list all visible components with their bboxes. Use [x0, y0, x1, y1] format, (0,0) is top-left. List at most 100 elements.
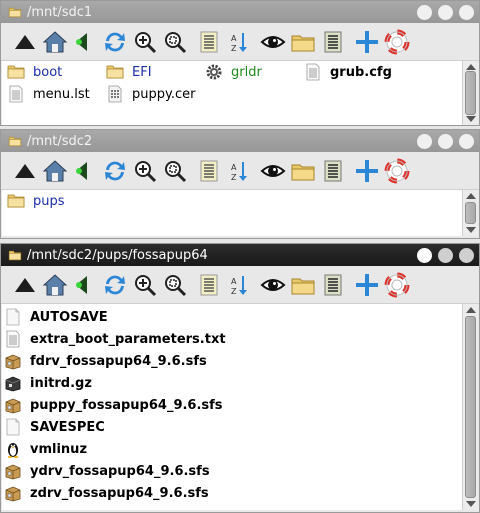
back-button[interactable]	[70, 270, 100, 300]
add-button[interactable]	[352, 27, 382, 57]
sort-icon	[226, 158, 252, 184]
scroll-thumb[interactable]	[465, 202, 476, 224]
file-item[interactable]: puppy.cer	[106, 83, 195, 105]
add-button[interactable]	[352, 270, 382, 300]
close-button[interactable]	[459, 247, 474, 263]
package-icon	[4, 462, 22, 480]
new-folder-button[interactable]	[288, 27, 318, 57]
home-icon	[42, 158, 68, 184]
back-button[interactable]	[70, 27, 100, 57]
package-icon	[4, 484, 22, 502]
folder-icon	[106, 63, 124, 81]
home-button[interactable]	[40, 270, 70, 300]
show-hidden-button[interactable]	[258, 156, 288, 186]
titlebar[interactable]: /mnt/sdc1	[1, 1, 479, 23]
show-hidden-button[interactable]	[258, 27, 288, 57]
refresh-button[interactable]	[100, 27, 130, 57]
scroll-up-icon[interactable]	[466, 307, 476, 313]
scroll-up-icon[interactable]	[466, 64, 476, 70]
scroll-down-icon[interactable]	[466, 227, 476, 233]
close-button[interactable]	[459, 4, 474, 20]
refresh-button[interactable]	[100, 156, 130, 186]
help-button[interactable]	[382, 156, 412, 186]
scroll-down-icon[interactable]	[466, 501, 476, 507]
file-item[interactable]: fdrv_fossapup64_9.6.sfs	[4, 350, 207, 372]
sort-icon	[226, 272, 252, 298]
file-item[interactable]: extra_boot_parameters.txt	[4, 328, 226, 350]
scroll-down-icon[interactable]	[466, 116, 476, 122]
file-label: ydrv_fossapup64_9.6.sfs	[30, 463, 210, 479]
minimize-button[interactable]	[417, 133, 432, 149]
zoom-in-button[interactable]	[130, 156, 160, 186]
zoom-in-button[interactable]	[130, 27, 160, 57]
details-button[interactable]	[318, 270, 348, 300]
up-button[interactable]	[10, 27, 40, 57]
zoom-fit-button[interactable]	[160, 27, 190, 57]
show-hidden-icon	[260, 29, 286, 55]
details-button[interactable]	[318, 27, 348, 57]
back-button[interactable]	[70, 156, 100, 186]
file-item[interactable]: pups	[7, 190, 65, 212]
scroll-up-icon[interactable]	[466, 193, 476, 199]
help-button[interactable]	[382, 270, 412, 300]
home-button[interactable]	[40, 156, 70, 186]
file-item[interactable]: SAVESPEC	[4, 416, 105, 438]
refresh-icon	[102, 29, 128, 55]
up-button[interactable]	[10, 156, 40, 186]
help-button[interactable]	[382, 27, 412, 57]
file-item[interactable]: initrd.gz	[4, 372, 92, 394]
close-button[interactable]	[459, 133, 474, 149]
sort-button[interactable]	[224, 27, 254, 57]
file-item[interactable]: grub.cfg	[304, 61, 392, 83]
file-item[interactable]: AUTOSAVE	[4, 306, 108, 328]
file-item[interactable]: menu.lst	[7, 83, 90, 105]
maximize-button[interactable]	[438, 133, 453, 149]
maximize-button[interactable]	[438, 247, 453, 263]
toolbar	[1, 266, 479, 304]
file-pane[interactable]: boot EFI grldr grub.cfg menu.lst puppy.cer	[2, 61, 478, 125]
list-view-button[interactable]	[194, 27, 224, 57]
file-item[interactable]: vmlinuz	[4, 438, 87, 460]
file-item[interactable]: ydrv_fossapup64_9.6.sfs	[4, 460, 210, 482]
scrollbar[interactable]	[462, 304, 478, 510]
zoom-in-button[interactable]	[130, 270, 160, 300]
file-item[interactable]: boot	[7, 61, 62, 83]
titlebar[interactable]: /mnt/sdc2	[1, 130, 479, 152]
new-folder-button[interactable]	[288, 270, 318, 300]
zoom-fit-button[interactable]	[160, 156, 190, 186]
scrollbar[interactable]	[462, 61, 478, 125]
file-item[interactable]: puppy_fossapup64_9.6.sfs	[4, 394, 223, 416]
file-label: menu.lst	[33, 86, 90, 102]
refresh-button[interactable]	[100, 270, 130, 300]
minimize-button[interactable]	[417, 4, 432, 20]
details-icon	[320, 29, 346, 55]
scroll-thumb[interactable]	[465, 316, 476, 498]
list-view-button[interactable]	[194, 156, 224, 186]
details-button[interactable]	[318, 156, 348, 186]
minimize-button[interactable]	[417, 247, 432, 263]
zoom-fit-button[interactable]	[160, 270, 190, 300]
maximize-button[interactable]	[438, 4, 453, 20]
scrollbar[interactable]	[462, 190, 478, 236]
show-hidden-button[interactable]	[258, 270, 288, 300]
file-item[interactable]: EFI	[106, 61, 152, 83]
titlebar[interactable]: /mnt/sdc2/pups/fossapup64	[1, 244, 479, 266]
scroll-thumb[interactable]	[465, 71, 476, 115]
new-folder-button[interactable]	[288, 156, 318, 186]
new-folder-icon	[290, 29, 316, 55]
sort-button[interactable]	[224, 270, 254, 300]
home-button[interactable]	[40, 27, 70, 57]
file-pane[interactable]: pups	[2, 190, 478, 236]
package-icon	[4, 352, 22, 370]
refresh-icon	[102, 272, 128, 298]
file-pane[interactable]: AUTOSAVE extra_boot_parameters.txt fdrv_fo…	[2, 304, 478, 510]
window-fossapup64: /mnt/sdc2/pups/fossapup64 AUTOSAVE extra_…	[0, 243, 480, 513]
file-item[interactable]: grldr	[205, 61, 262, 83]
add-button[interactable]	[352, 156, 382, 186]
sort-button[interactable]	[224, 156, 254, 186]
file-item[interactable]: zdrv_fossapup64_9.6.sfs	[4, 482, 209, 504]
zoom-in-icon	[132, 272, 158, 298]
up-button[interactable]	[10, 270, 40, 300]
list-view-button[interactable]	[194, 270, 224, 300]
file-label: extra_boot_parameters.txt	[30, 331, 226, 347]
